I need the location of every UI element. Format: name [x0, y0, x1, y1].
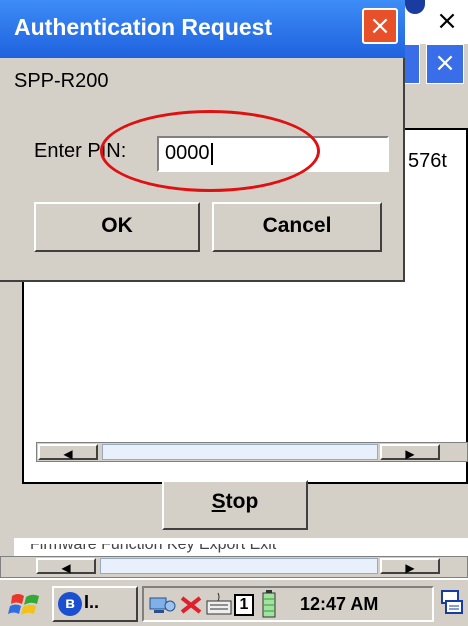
taskbar-clock[interactable]: 12:47 AM	[300, 594, 378, 615]
scrollbar-thumb[interactable]	[102, 444, 378, 460]
stop-button-label: Stop	[211, 490, 259, 513]
scroll-right-icon[interactable]: ▶	[380, 558, 440, 575]
scroll-right-icon[interactable]: ▶	[380, 444, 440, 461]
bluetooth-task-label: I..	[84, 592, 100, 612]
background-window-close-button[interactable]: ×	[426, 44, 464, 84]
bluetooth-icon: ʙ	[58, 592, 82, 616]
scrollbar-thumb[interactable]	[100, 558, 378, 574]
tray-number-indicator[interactable]: 1	[234, 594, 254, 616]
device-list-item-fragment: 576t	[408, 150, 447, 172]
dialog-title: Authentication Request	[14, 14, 273, 40]
device-name: SPP-R200	[14, 70, 109, 92]
close-icon[interactable]: ×	[362, 8, 398, 44]
ok-button-label: OK	[101, 214, 133, 237]
highlight-annotation-ellipse	[100, 110, 320, 192]
network-icon[interactable]	[148, 594, 176, 616]
windows-flag-icon[interactable]	[8, 590, 42, 620]
keyboard-icon[interactable]	[206, 592, 232, 616]
background-close-icon[interactable]: ×	[432, 6, 462, 36]
input-panel-icon[interactable]	[440, 588, 464, 618]
disconnect-icon[interactable]	[178, 594, 204, 616]
cancel-button-label: Cancel	[262, 214, 332, 237]
scroll-left-icon[interactable]: ◀	[38, 444, 98, 461]
battery-icon[interactable]	[262, 590, 276, 618]
scroll-left-icon[interactable]: ◀	[36, 558, 96, 575]
